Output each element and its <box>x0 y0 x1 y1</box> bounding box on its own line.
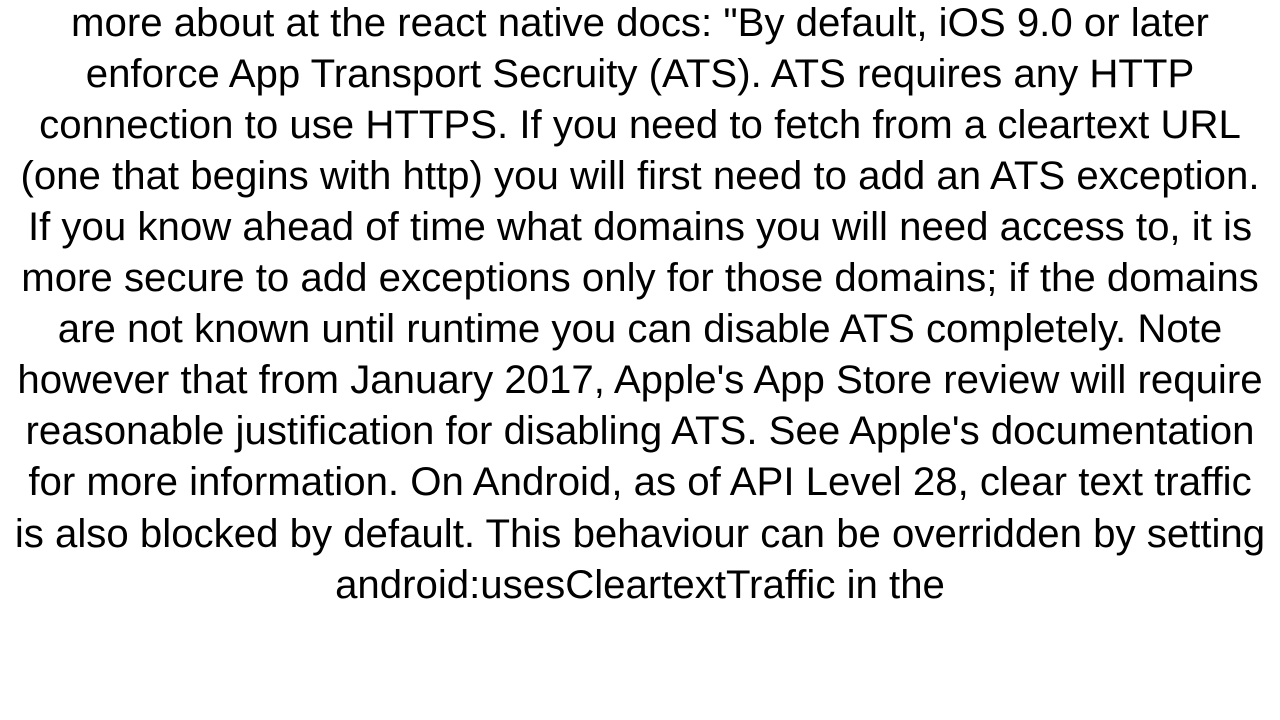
body-paragraph: and android. Although HTTP only requests… <box>0 0 1280 610</box>
document-viewport: and android. Although HTTP only requests… <box>0 0 1280 720</box>
